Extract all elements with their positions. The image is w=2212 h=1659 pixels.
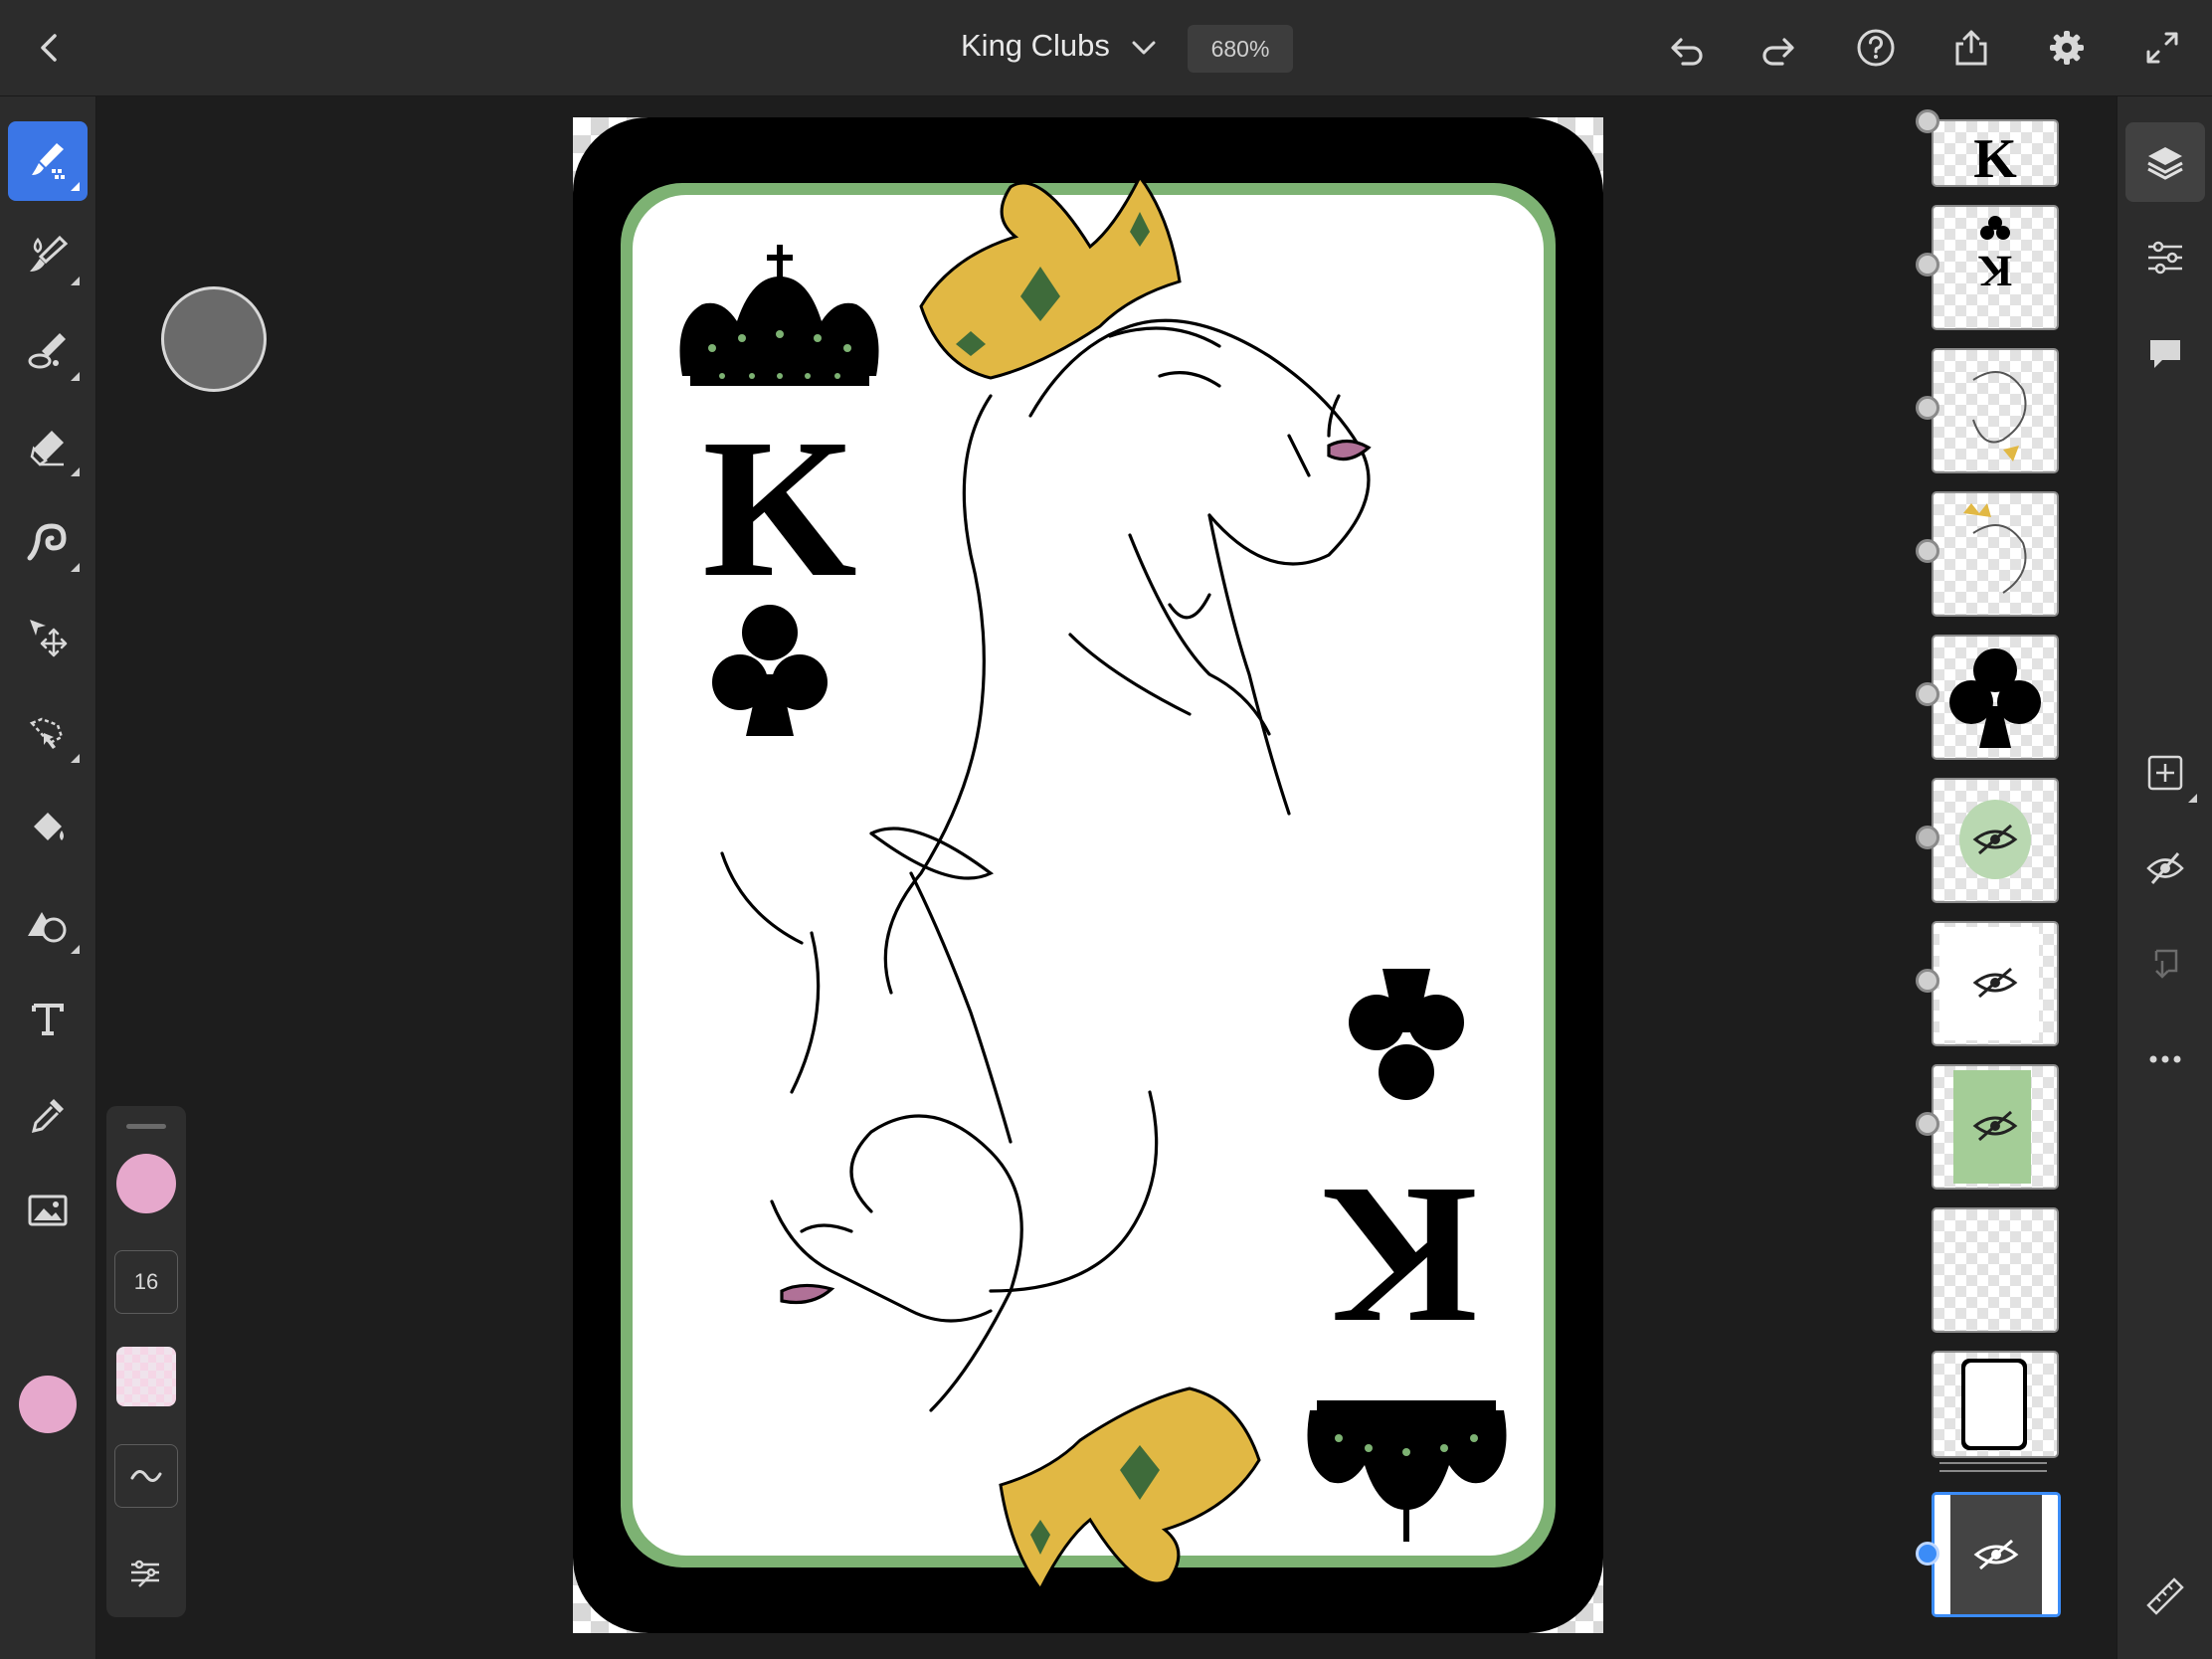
rank-letter-bottom: K bbox=[1323, 1146, 1478, 1366]
svg-text:K: K bbox=[1978, 247, 2012, 295]
fill-bucket-icon[interactable] bbox=[8, 789, 88, 868]
group-divider bbox=[1939, 1462, 2047, 1464]
left-toolbar bbox=[0, 96, 96, 1659]
layer-radio[interactable] bbox=[1916, 539, 1939, 563]
layer-thumb[interactable]: K bbox=[1932, 119, 2059, 187]
image-place-icon[interactable] bbox=[8, 1171, 88, 1250]
merge-down-icon[interactable] bbox=[2125, 924, 2205, 1004]
layer-radio[interactable] bbox=[1916, 109, 1939, 133]
layer-thumb[interactable] bbox=[1932, 778, 2059, 903]
layer-radio[interactable] bbox=[1916, 826, 1939, 849]
layer-thumb[interactable]: K bbox=[1932, 205, 2059, 330]
layer-radio[interactable] bbox=[1916, 969, 1939, 993]
rank-letter-top: K bbox=[702, 399, 857, 619]
primary-color-swatch[interactable] bbox=[19, 1376, 77, 1433]
layer-radio[interactable] bbox=[1916, 253, 1939, 276]
help-icon[interactable] bbox=[1848, 20, 1904, 76]
lasso-selection-icon[interactable] bbox=[8, 693, 88, 773]
wave-icon[interactable] bbox=[114, 1444, 178, 1508]
layer-radio-selected[interactable] bbox=[1916, 1542, 1939, 1566]
layer-thumb[interactable] bbox=[1932, 635, 2059, 760]
layer-thumb[interactable] bbox=[1932, 921, 2059, 1046]
top-bar: King Clubs 680% bbox=[0, 0, 2212, 96]
layers-icon[interactable] bbox=[2125, 122, 2205, 202]
brush-size-field[interactable]: 16 bbox=[114, 1250, 178, 1314]
ruler-icon[interactable] bbox=[2125, 1557, 2205, 1636]
zoom-level[interactable]: 680% bbox=[1188, 25, 1293, 73]
chevron-down-icon[interactable] bbox=[1124, 28, 1164, 68]
gear-icon[interactable] bbox=[2039, 20, 2095, 76]
smudge-icon[interactable] bbox=[8, 311, 88, 391]
layer-radio[interactable] bbox=[1916, 1112, 1939, 1136]
layer-thumb-selected[interactable] bbox=[1932, 1492, 2061, 1617]
back-chevron-icon[interactable] bbox=[22, 20, 78, 76]
layer-thumb[interactable] bbox=[1932, 1064, 2059, 1190]
redo-icon[interactable] bbox=[1752, 20, 1808, 76]
paint-tool-icon[interactable] bbox=[8, 121, 88, 201]
playing-card-artwork: K K bbox=[573, 117, 1603, 1633]
more-icon[interactable] bbox=[2125, 1019, 2205, 1099]
brush-size-preview bbox=[161, 286, 267, 392]
group-divider bbox=[1939, 1470, 2047, 1472]
opacity-swatch[interactable] bbox=[116, 1347, 176, 1406]
shape-icon[interactable] bbox=[8, 884, 88, 964]
layer-thumb[interactable] bbox=[1932, 348, 2059, 473]
document-title[interactable]: King Clubs bbox=[961, 28, 1110, 64]
liquify-icon[interactable] bbox=[8, 502, 88, 582]
sliders-icon[interactable] bbox=[114, 1542, 176, 1603]
brush-icon[interactable] bbox=[8, 216, 88, 295]
layers-panel: K K bbox=[1916, 109, 2069, 1639]
document-canvas[interactable]: K K bbox=[573, 117, 1603, 1633]
brush-color-swatch[interactable] bbox=[116, 1154, 176, 1213]
text-icon[interactable] bbox=[8, 980, 88, 1059]
svg-text:K: K bbox=[1973, 128, 2017, 185]
hide-layer-icon[interactable] bbox=[2125, 829, 2205, 908]
eraser-icon[interactable] bbox=[8, 407, 88, 486]
layer-thumb[interactable] bbox=[1932, 1351, 2059, 1458]
panel-drag-handle[interactable] bbox=[126, 1124, 166, 1129]
comments-icon[interactable] bbox=[2125, 313, 2205, 393]
layer-radio[interactable] bbox=[1916, 682, 1939, 706]
layer-thumb[interactable] bbox=[1932, 1207, 2059, 1333]
layer-radio[interactable] bbox=[1916, 396, 1939, 420]
undo-icon[interactable] bbox=[1657, 20, 1713, 76]
fullscreen-icon[interactable] bbox=[2134, 20, 2190, 76]
right-strip bbox=[2117, 96, 2212, 1659]
share-icon[interactable] bbox=[1943, 20, 1999, 76]
transform-move-icon[interactable] bbox=[8, 598, 88, 677]
add-layer-icon[interactable] bbox=[2125, 733, 2205, 813]
brush-properties-panel: 16 bbox=[106, 1106, 186, 1617]
eyedropper-icon[interactable] bbox=[8, 1075, 88, 1155]
layer-thumb[interactable] bbox=[1932, 491, 2059, 617]
adjustments-icon[interactable] bbox=[2125, 218, 2205, 297]
